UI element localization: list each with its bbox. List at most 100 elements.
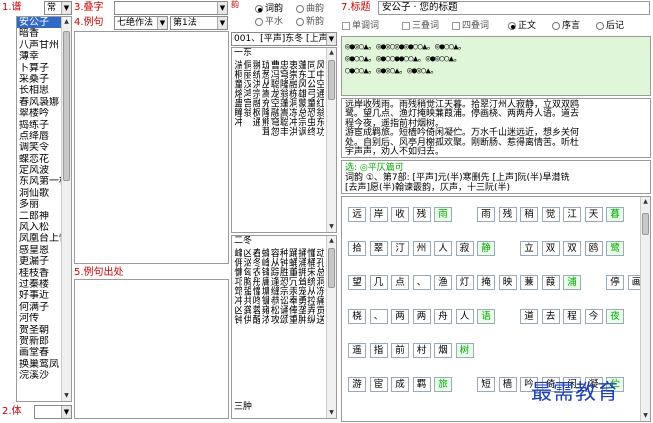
rule-select[interactable]: 第1法 ▼ (170, 16, 228, 30)
scroll-thumb[interactable] (328, 248, 335, 288)
grid-cell[interactable]: 双 (541, 241, 560, 256)
chevron-down-icon[interactable]: ▼ (61, 2, 71, 14)
rhyme-lower-scrollbar[interactable]: ▲ ▼ (326, 236, 336, 418)
grid-cell[interactable]: 遥 (348, 343, 366, 358)
grid-cell[interactable]: 去 (541, 309, 560, 324)
rhyme-option-qu[interactable]: 曲韵 (296, 3, 324, 15)
grid-cell[interactable]: 几 (369, 275, 388, 290)
grid-cell[interactable]: 稍 (520, 207, 538, 222)
source-textarea[interactable] (74, 279, 229, 419)
option-triple[interactable]: 三叠词 (402, 20, 439, 32)
grid-cell[interactable]: 远 (348, 207, 366, 222)
rhyme-option-pingshui[interactable]: 平水 (255, 16, 283, 28)
chevron-down-icon[interactable]: ▼ (157, 17, 167, 29)
grid-cell[interactable]: 指 (369, 343, 388, 358)
grid-cell[interactable]: 今 (584, 309, 603, 324)
grid-cell[interactable]: 两 (412, 309, 431, 324)
scroll-down-icon[interactable]: ▼ (327, 408, 336, 418)
scroll-up-icon[interactable]: ▲ (327, 236, 336, 246)
scroll-down-icon[interactable]: ▼ (62, 391, 71, 401)
scroll-down-icon[interactable]: ▼ (327, 222, 336, 232)
grid-cell[interactable]: 州 (412, 241, 431, 256)
chevron-down-icon[interactable]: ▼ (326, 33, 336, 45)
grid-cell[interactable]: 望 (348, 275, 366, 290)
grid-cell[interactable]: 烟 (434, 343, 452, 358)
grid-cell[interactable]: 江 (563, 207, 581, 222)
scroll-thumb[interactable] (63, 31, 70, 181)
scroll-thumb[interactable] (642, 213, 649, 235)
option-quad[interactable]: 四叠词 (452, 20, 489, 32)
chevron-down-icon[interactable]: ▼ (217, 2, 227, 14)
char-input[interactable]: ▼ (114, 1, 228, 15)
grid-cell[interactable]: 、 (412, 275, 431, 290)
grid-cell[interactable]: 雨 (434, 207, 452, 222)
grid-cell[interactable]: 立 (520, 241, 538, 256)
example-textarea[interactable] (74, 31, 229, 264)
grid-cell[interactable]: 、 (369, 309, 388, 324)
option-postscript[interactable]: 后记 (596, 20, 624, 32)
grid-cell[interactable]: 羁 (412, 377, 431, 392)
grid-cell[interactable]: 掩 (477, 275, 495, 290)
option-single[interactable]: 单调词 (342, 20, 379, 32)
grid-cell[interactable]: 汀 (391, 241, 409, 256)
rhyme-select[interactable]: 001、[平声]东冬 [上声] ▼ (231, 32, 337, 46)
grid-cell[interactable]: 鸥 (584, 241, 603, 256)
tune-list-scrollbar[interactable]: ▲ ▼ (61, 17, 71, 401)
rhyme-option-xin[interactable]: 新韵 (296, 16, 324, 28)
chevron-down-icon[interactable]: ▼ (61, 406, 71, 418)
grid-cell[interactable]: 道 (520, 309, 538, 324)
option-main-text[interactable]: 正文 (508, 20, 536, 32)
chevron-down-icon[interactable]: ▼ (217, 17, 227, 29)
body-select[interactable]: ▼ (34, 405, 72, 419)
grid-cell[interactable]: 点 (391, 275, 409, 290)
grid-cell[interactable]: 程 (563, 309, 581, 324)
grid-cell[interactable]: 村 (412, 343, 431, 358)
poem-textarea[interactable]: 远岸收残雨。雨残稍觉江天暮。拾翠汀州人寂静，立双双鸥 鹭。望几点、渔灯掩映蒹葭浦。… (341, 98, 651, 158)
grid-cell[interactable]: 樯 (498, 377, 517, 392)
grid-cell[interactable]: 人 (455, 309, 474, 324)
grid-cell[interactable]: 双 (563, 241, 581, 256)
scroll-down-icon[interactable]: ▼ (641, 411, 650, 421)
grid-cell[interactable]: 灯 (455, 275, 474, 290)
grid-cell[interactable]: 树 (455, 343, 474, 358)
grid-cell[interactable]: 夜 (606, 309, 624, 324)
option-preface[interactable]: 序言 (552, 20, 580, 32)
grid-cell[interactable]: 停 (606, 275, 624, 290)
grid-cell[interactable]: 语 (477, 309, 495, 324)
method-select[interactable]: 七绝作法 ▼ (114, 16, 168, 30)
grid-cell[interactable]: 渔 (434, 275, 452, 290)
scroll-thumb[interactable] (328, 60, 335, 100)
grid-cell[interactable]: 短 (477, 377, 495, 392)
grid-cell[interactable]: 两 (391, 309, 409, 324)
grid-scrollbar[interactable]: ▲ ▼ (640, 197, 650, 421)
grid-cell[interactable]: 觉 (541, 207, 560, 222)
grid-cell[interactable]: 翠 (369, 241, 388, 256)
rhyme-upper-scrollbar[interactable]: ▲ ▼ (326, 48, 336, 232)
grid-cell[interactable]: 宦 (369, 377, 388, 392)
grid-cell[interactable]: 葭 (541, 275, 560, 290)
grid-cell[interactable]: 蒹 (520, 275, 538, 290)
grid-cell[interactable]: 残 (412, 207, 431, 222)
rhyme-list-lower[interactable]: 二冬 动孔总洞冻痛贡送 懂桶宋统从控弄纵 捅涌拥耸宠勇垄肿 踊蛹董冗汞奉俸重 种钟胜恐宗… (231, 235, 337, 419)
grid-cell[interactable]: 收 (391, 207, 409, 222)
grid-cell[interactable]: 雨 (477, 207, 495, 222)
grid-cell[interactable]: 成 (391, 377, 409, 392)
grid-cell[interactable]: 天 (584, 207, 603, 222)
grid-cell[interactable]: 旅 (434, 377, 452, 392)
grid-cell[interactable]: 前 (391, 343, 409, 358)
scroll-up-icon[interactable]: ▲ (641, 197, 650, 207)
grid-cell[interactable]: 暮 (606, 207, 624, 222)
title-input[interactable]: 安公子 · 您的标题 (378, 1, 650, 15)
grid-cell[interactable]: 静 (477, 241, 495, 256)
grid-cell[interactable]: 鹭 (606, 241, 624, 256)
grid-cell[interactable]: 舟 (434, 309, 452, 324)
grid-cell[interactable]: 拾 (348, 241, 366, 256)
grid-cell[interactable]: 人 (434, 241, 452, 256)
tune-select[interactable]: 常 ▼ (44, 1, 72, 15)
grid-cell[interactable]: 浦 (563, 275, 581, 290)
rhyme-option-ci[interactable]: 词韵 (255, 3, 283, 15)
scroll-up-icon[interactable]: ▲ (327, 48, 336, 58)
scroll-up-icon[interactable]: ▲ (62, 17, 71, 27)
grid-cell[interactable]: 桡 (348, 309, 366, 324)
grid-cell[interactable]: 寂 (455, 241, 474, 256)
